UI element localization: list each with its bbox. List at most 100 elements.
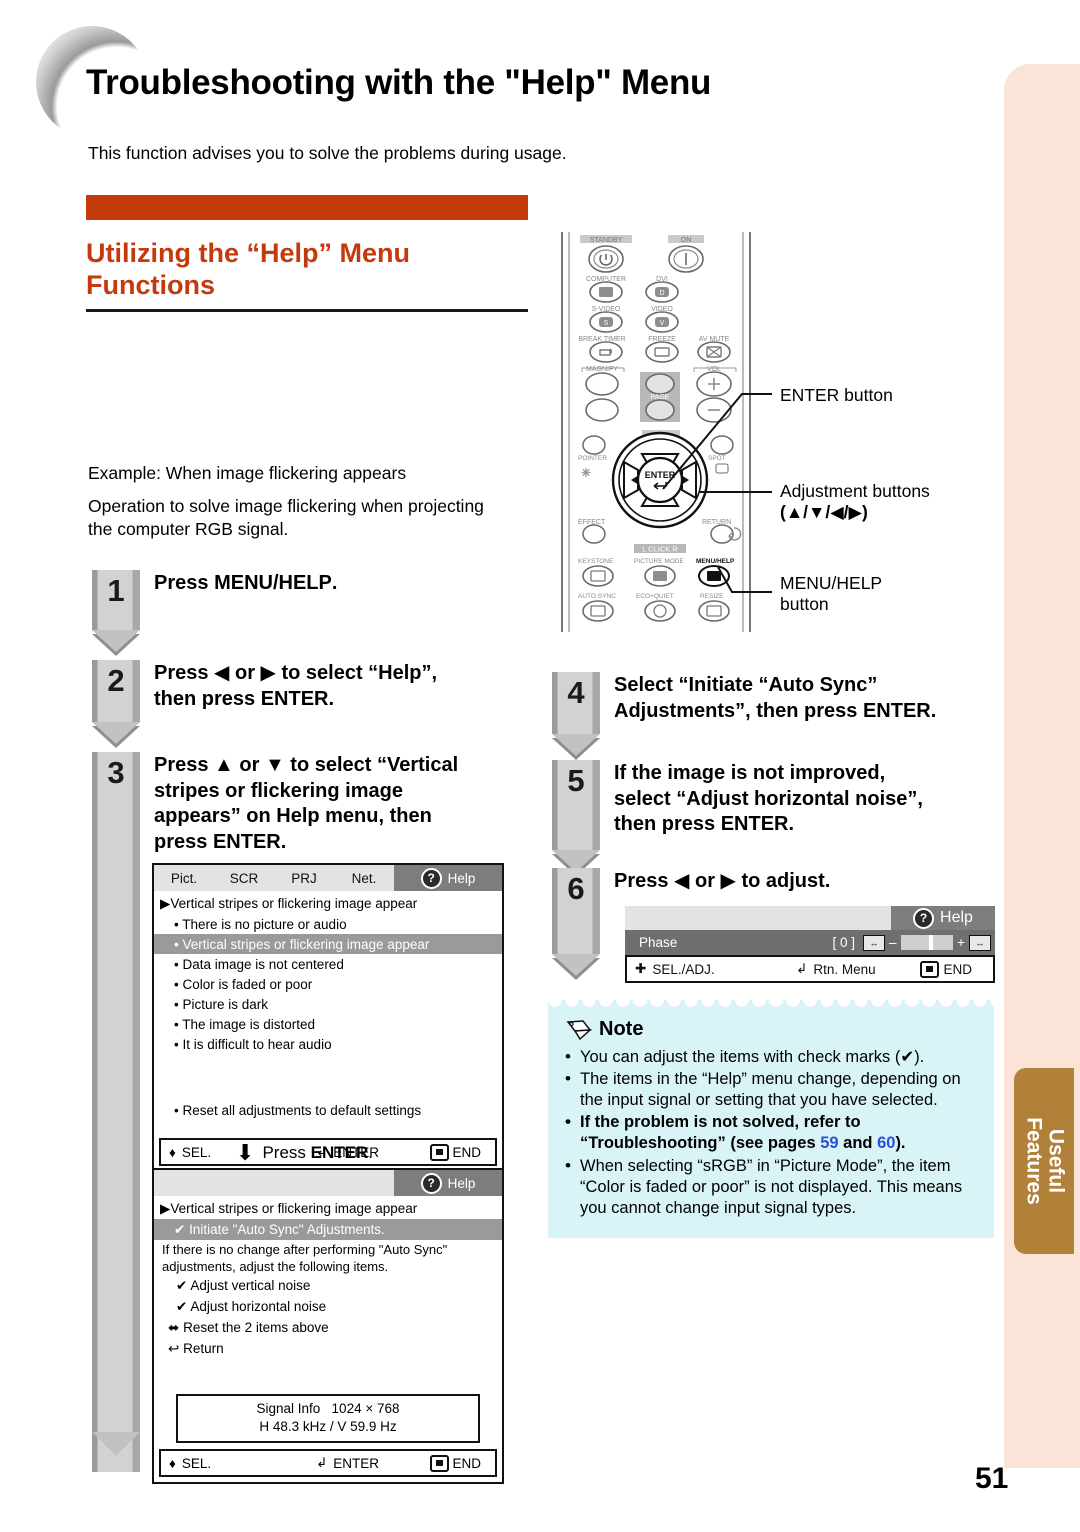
osd-phase-footer-sel: ✚ SEL./ADJ. (627, 961, 796, 977)
osd-autosync-item-3[interactable]: ↩ Return (154, 1339, 502, 1360)
osd-help-body: ▶Vertical stripes or flickering image ap… (154, 891, 502, 1132)
signal-info-line1: Signal Info 1024 × 768 (178, 1400, 478, 1418)
callout-menuhelp-line1: MENU/HELP (780, 573, 883, 593)
osd-autosync-spacer (154, 1360, 502, 1388)
osd-autosync-footer: ♦ SEL. ↲ ENTER END (159, 1449, 497, 1478)
svg-text:RESIZE: RESIZE (700, 593, 724, 600)
step-3-text: Press ▲ or ▼ to select “Vertical stripes … (154, 754, 459, 853)
check-icon: ✔ (176, 1299, 188, 1315)
svg-text:PAGE: PAGE (651, 394, 670, 401)
osd-tab-net[interactable]: Net. (334, 871, 394, 886)
osd-phase-tab-help[interactable]: ? Help (891, 906, 995, 930)
signal-info-label: Signal Info (256, 1400, 321, 1416)
callout-menuhelp-line2: button (780, 594, 829, 614)
osd-phase-slider[interactable] (900, 935, 954, 950)
svg-text:ECO+QUIET: ECO+QUIET (636, 593, 674, 600)
osd-phase-footer: ✚ SEL./ADJ. ↲ Rtn. Menu END (625, 955, 995, 983)
osd-phase-row: Phase [ 0 ] ↔ – + ↔ (625, 930, 995, 955)
step-6-number: 6 (552, 868, 600, 980)
svg-text:MAGNIFY: MAGNIFY (586, 366, 618, 373)
osd-autosync-paragraph: If there is no change after performing "… (162, 1242, 448, 1274)
osd-tab-pict[interactable]: Pict. (154, 871, 214, 886)
osd-autosync-footer-enter: ↲ ENTER (316, 1455, 430, 1471)
osd-phase-footer-sel-label: SEL./ADJ. (652, 961, 715, 977)
osd-autosync-item-3-label: Return (183, 1341, 224, 1357)
svg-text:AUTO SYNC: AUTO SYNC (578, 593, 616, 600)
osd-help-footer-sel-label: SEL. (181, 1144, 212, 1160)
svg-text:S: S (604, 320, 609, 327)
osd-phase-value: [ 0 ] (832, 935, 855, 950)
osd-tab-help[interactable]: ? Help (394, 865, 502, 891)
osd-autosync-heading-text: Vertical stripes or flickering image app… (170, 1201, 418, 1216)
osd-autosync-tabbar: ? Help (154, 1170, 502, 1196)
osd-help-item-4[interactable]: • Picture is dark (154, 994, 502, 1014)
right-edge-band (1004, 64, 1080, 1468)
step-5-number: 5 (552, 760, 600, 876)
step-4-text: Select “Initiate “Auto Sync” Adjustments”… (614, 674, 937, 722)
osd-autosync-footer-end-label: END (452, 1455, 482, 1471)
updown-arrow-icon: ♦ (169, 1144, 176, 1160)
osd-autosync-selected-item[interactable]: ✔ Initiate "Auto Sync" Adjustments. (154, 1219, 502, 1240)
enter-arrow-icon: ↲ (796, 961, 808, 976)
step-3-tail (92, 1432, 140, 1456)
svg-text:V: V (660, 320, 665, 327)
osd-help-item-5[interactable]: • The image is distorted (154, 1014, 502, 1034)
enter-arrow-icon: ↲ (315, 1455, 328, 1471)
osd-help-spacer (154, 1054, 502, 1100)
osd-autosync-tab-help[interactable]: ? Help (394, 1170, 502, 1196)
down-arrow-icon: ⬇ (236, 1140, 255, 1165)
osd-autosync-menu: ? Help ▶Vertical stripes or flickering i… (152, 1168, 504, 1485)
osd-help-tabbar: Pict. SCR PRJ Net. ? Help (154, 865, 502, 891)
osd-phase-adjust: ? Help Phase [ 0 ] ↔ – + ↔ ✚ SEL./ADJ. ↲ R… (625, 906, 995, 983)
page-ref-60[interactable]: 60 (877, 1134, 895, 1152)
osd-autosync-item-2[interactable]: ⬌ Reset the 2 items above (154, 1318, 502, 1339)
osd-phase-label: Phase (639, 935, 678, 950)
return-arrow-icon: ↩ (168, 1341, 180, 1357)
page-number: 51 (975, 1462, 1009, 1495)
osd-phase-footer-enter-label: Rtn. Menu (813, 961, 876, 977)
pencil-icon (566, 1019, 592, 1040)
updown-arrow-icon: ♦ (169, 1455, 176, 1471)
check-icon: ✔ (176, 1278, 188, 1294)
osd-phase-footer-end: END (920, 960, 993, 978)
note-item-1: The items in the “Help” menu change, dep… (564, 1068, 980, 1111)
osd-phase-footer-enter: ↲ Rtn. Menu (796, 961, 920, 977)
svg-text:RETURN: RETURN (702, 519, 731, 526)
note-box: Note You can adjust the items with check… (548, 1000, 994, 1238)
svg-text:PICTURE MODE: PICTURE MODE (634, 558, 685, 565)
osd-phase-footer-end-label: END (943, 961, 972, 977)
callout-adjustment-buttons: Adjustment buttons (▲/▼/◀/▶) (780, 481, 995, 523)
svg-text:KEYSTONE: KEYSTONE (578, 558, 614, 565)
osd-autosync-item-1[interactable]: ✔ Adjust horizontal noise (154, 1297, 502, 1318)
page-ref-59[interactable]: 59 (820, 1134, 838, 1152)
menu-square-icon (920, 960, 940, 978)
osd-help-reset-item[interactable]: • Reset all adjustments to default setti… (154, 1100, 502, 1120)
osd-help-item-2[interactable]: • Data image is not centered (154, 954, 502, 974)
svg-text:L CLICK R: L CLICK R (642, 545, 678, 554)
osd-help-item-3-label: Color is faded or poor (182, 976, 313, 992)
osd-help-item-1[interactable]: • Vertical stripes or flickering image a… (154, 934, 502, 954)
osd-autosync-item-0[interactable]: ✔ Adjust vertical noise (154, 1276, 502, 1297)
signal-info-line2: H 48.3 kHz / V 59.9 Hz (259, 1419, 397, 1434)
osd-autosync-selected-label: Initiate "Auto Sync" Adjustments. (189, 1221, 385, 1237)
osd-autosync-footer-enter-label: ENTER (333, 1455, 380, 1471)
step-3-number: 3 (92, 752, 140, 1472)
osd-help-footer-end-label: END (452, 1144, 482, 1160)
osd-tab-prj[interactable]: PRJ (274, 871, 334, 886)
section-heading-line1: Utilizing the “Help” Menu (86, 238, 410, 268)
left-right-icon: ↔ (969, 934, 991, 951)
osd-help-heading: ▶Vertical stripes or flickering image ap… (160, 896, 418, 911)
osd-help-item-0[interactable]: • There is no picture or audio (154, 914, 502, 934)
osd-tab-scr[interactable]: SCR (214, 871, 274, 886)
osd-help-item-6[interactable]: • It is difficult to hear audio (154, 1034, 502, 1054)
osd-help-item-5-label: The image is distorted (182, 1016, 316, 1032)
step-5-text: If the image is not improved, select “Adj… (614, 762, 923, 836)
osd-help-item-3[interactable]: • Color is faded or poor (154, 974, 502, 994)
osd-phase-tabbar: ? Help (625, 906, 995, 930)
svg-text:ENTER: ENTER (645, 470, 676, 480)
left-right-icon: ⬌ (168, 1320, 180, 1336)
note-item-0: You can adjust the items with check mark… (564, 1046, 980, 1068)
osd-help-item-4-label: Picture is dark (182, 996, 269, 1012)
step-1-text: Press MENU/HELP. (154, 572, 338, 594)
remote-control-illustration: STANDBY ON COMPUTER DVI D S-VIDEO VIDEO … (556, 201, 756, 663)
